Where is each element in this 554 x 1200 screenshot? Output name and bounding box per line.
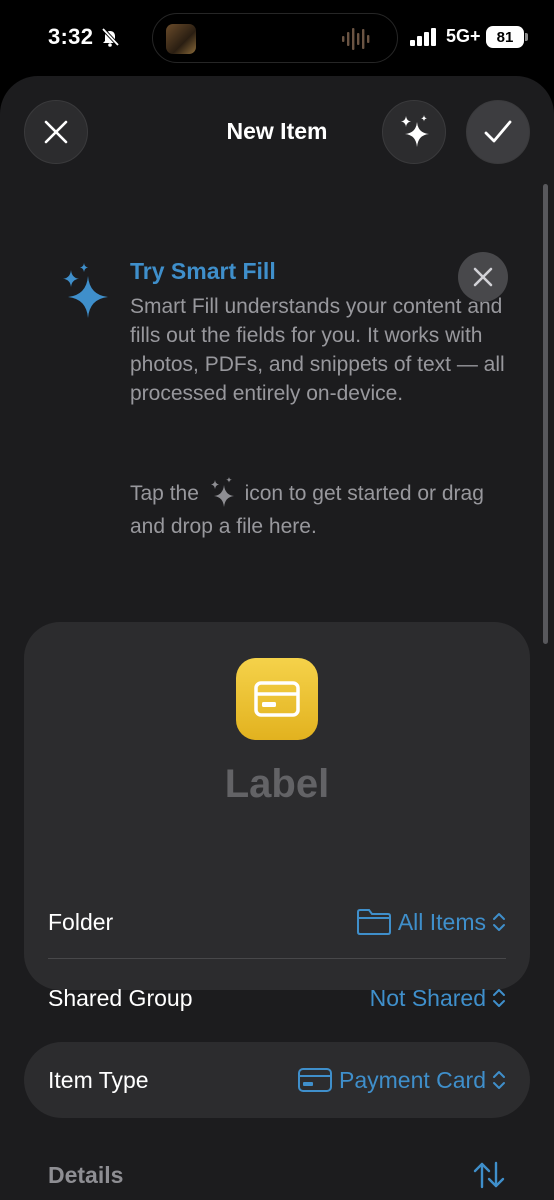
sparkles-icon <box>210 477 234 507</box>
dynamic-island[interactable] <box>152 13 398 63</box>
item-type-picker[interactable]: Payment Card <box>297 1066 506 1094</box>
item-type-value: Payment Card <box>338 1066 486 1093</box>
item-type-card: Item Type Payment Card <box>24 1042 530 1118</box>
battery-level: 81 <box>496 28 514 46</box>
item-header-card: Label Folder All Items Shared Group Not … <box>24 622 530 1011</box>
credit-card-icon <box>297 1068 332 1092</box>
folder-picker[interactable]: All Items <box>356 908 506 936</box>
folder-label: Folder <box>48 908 114 935</box>
now-playing-artwork <box>166 24 196 54</box>
item-type-label: Item Type <box>48 1066 149 1093</box>
sort-arrows-icon[interactable] <box>472 1160 506 1190</box>
folder-row[interactable]: Folder All Items <box>48 892 506 952</box>
shared-group-label: Shared Group <box>48 984 193 1011</box>
smart-fill-button[interactable] <box>382 100 446 164</box>
signal-icon <box>410 28 436 46</box>
shared-group-row[interactable]: Shared Group Not Shared <box>48 968 506 1028</box>
waveform-icon <box>342 28 370 50</box>
status-bar: 3:32 5G+ 81 <box>0 0 554 76</box>
details-heading: Details <box>48 1162 124 1188</box>
clock: 3:32 <box>48 24 94 49</box>
smart-fill-tip: Try Smart Fill Smart Fill understands yo… <box>24 236 530 566</box>
network-type: 5G+ <box>446 26 481 46</box>
item-icon-button[interactable] <box>236 658 318 740</box>
folder-icon <box>356 909 391 935</box>
folder-value: All Items <box>397 908 486 935</box>
item-type-row[interactable]: Item Type Payment Card <box>48 1050 506 1110</box>
chevron-updown-icon <box>493 913 505 931</box>
row-divider <box>48 958 506 959</box>
tip-description: Smart Fill understands your content and … <box>130 295 505 405</box>
done-button[interactable] <box>466 100 530 164</box>
new-item-sheet: New Item Try Smart Fill Smart Fill under… <box>0 76 554 1200</box>
close-icon <box>473 267 493 287</box>
tip-instruction-start: Tap the <box>130 482 199 505</box>
chevron-updown-icon <box>493 989 505 1007</box>
sparkles-icon <box>401 115 429 147</box>
dismiss-tip-button[interactable] <box>458 252 508 302</box>
shared-group-value: Not Shared <box>369 984 486 1011</box>
tip-instruction: Tap the icon to get started or drag and … <box>130 476 510 543</box>
bell-slash-icon <box>101 27 120 47</box>
checkmark-icon <box>484 120 512 143</box>
battery-indicator: 81 <box>486 26 528 48</box>
scrollbar[interactable] <box>543 184 548 644</box>
tip-title: Try Smart Fill <box>130 258 276 284</box>
credit-card-icon <box>254 681 300 717</box>
sparkles-icon <box>63 263 108 318</box>
shared-group-picker[interactable]: Not Shared <box>370 985 506 1012</box>
chevron-updown-icon <box>493 1071 505 1089</box>
item-label-field[interactable]: Label <box>24 762 530 807</box>
